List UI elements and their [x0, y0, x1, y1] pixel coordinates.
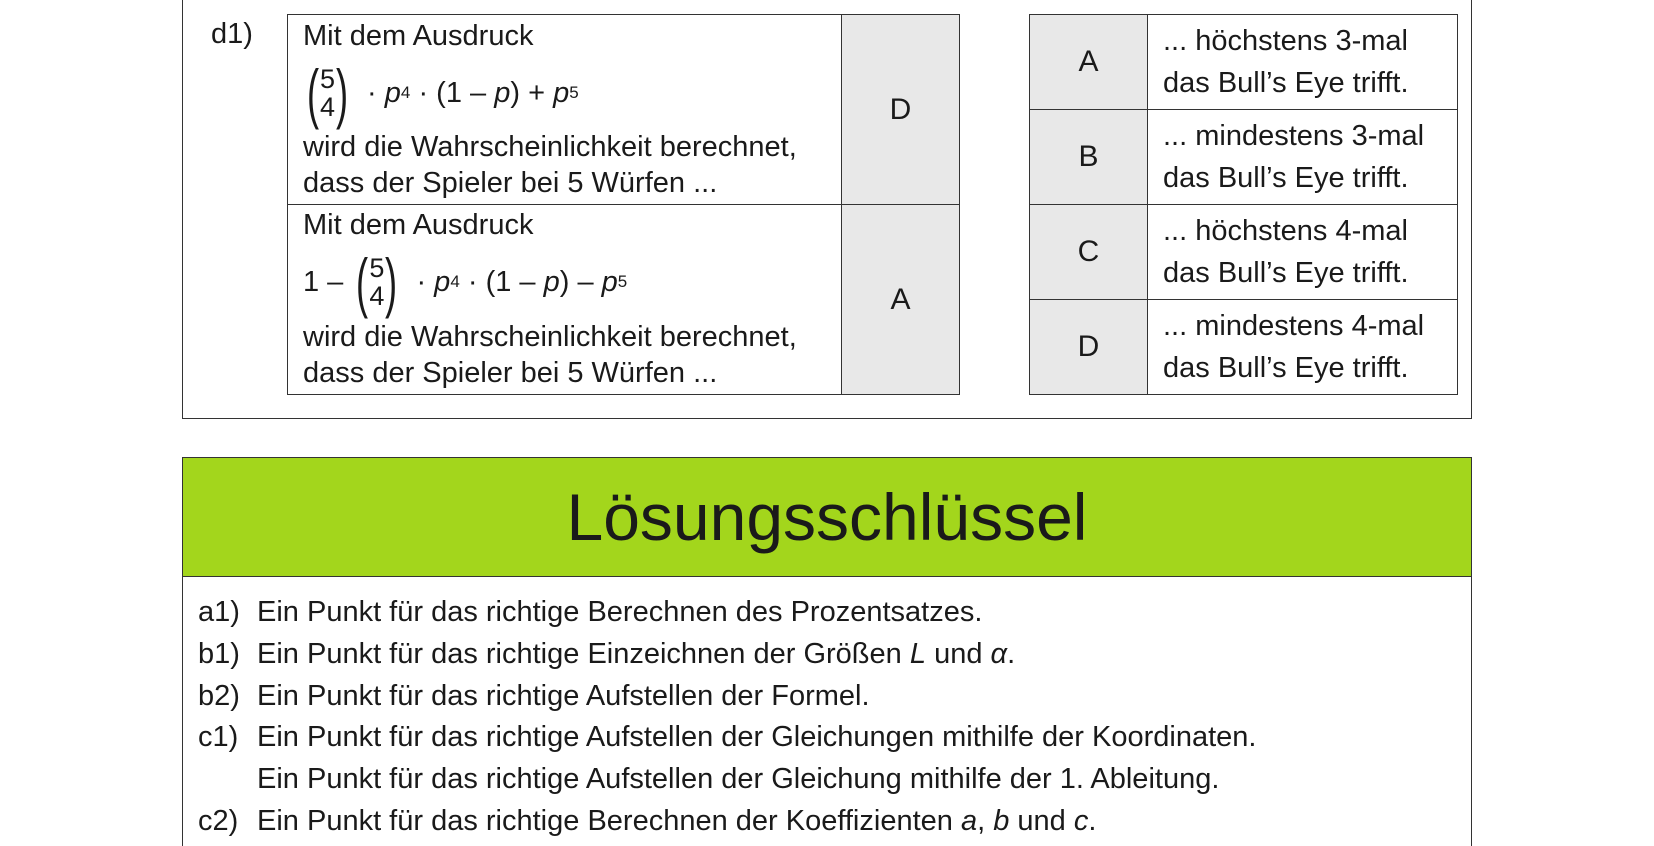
key-var-alpha: α — [990, 638, 1008, 670]
row2-prefix: 1 – — [303, 265, 344, 298]
key-end: . — [1007, 638, 1016, 670]
key-var-a: a — [960, 805, 978, 837]
row1-p3: p — [553, 76, 570, 109]
row1-mid: (1 – — [436, 76, 487, 109]
key-item-c1-second: Ein Punkt für das richtige Aufstellen de… — [198, 761, 1219, 797]
key-item-c2: c2) Ein Punkt für das richtige Berechnen … — [198, 803, 1096, 839]
row2-p2: p — [543, 265, 560, 298]
option-b-letter: B — [1029, 109, 1148, 205]
key-sep: , — [977, 805, 986, 837]
row1-close: ) + — [510, 76, 546, 109]
key-item-text: Ein Punkt für das richtige Aufstellen de… — [257, 721, 1257, 753]
option-a-letter: A — [1029, 14, 1148, 110]
left-row-1-answer: D — [841, 14, 960, 205]
left-row-1-statement: Mit dem Ausdruck ( 5 4 ) · p4 · (1 – p) … — [287, 14, 842, 205]
option-d-letter: D — [1029, 299, 1148, 395]
key-var-c: c — [1073, 805, 1089, 837]
task-label: d1) — [211, 18, 253, 50]
key-item-text: Ein Punkt für das richtige Aufstellen de… — [257, 680, 870, 712]
key-item-b1: b1) Ein Punkt für das richtige Einzeichne… — [198, 636, 1015, 672]
row1-line3: wird die Wahrscheinlichkeit berechnet, — [303, 131, 797, 163]
key-item-text: Ein Punkt für das richtige Aufstellen de… — [257, 763, 1220, 795]
key-end: . — [1088, 805, 1097, 837]
row1-p: p — [384, 76, 401, 109]
key-item-label: b1) — [198, 638, 240, 670]
row1-formula: ( 5 4 ) · p4 · (1 – p) + p5 — [302, 53, 579, 133]
row1-binom-top: 5 — [319, 64, 336, 94]
key-var-b: b — [993, 805, 1010, 837]
option-c-line2: das Bull’s Eye trifft. — [1163, 257, 1409, 289]
option-c-letter: C — [1029, 204, 1148, 300]
row2-mid: (1 – — [485, 265, 536, 298]
row2-p: p — [434, 265, 451, 298]
row1-binom: ( 5 4 ) — [306, 56, 349, 130]
key-item-a1: a1) Ein Punkt für das richtige Berechnen … — [198, 594, 982, 630]
option-d-line2: das Bull’s Eye trifft. — [1163, 352, 1409, 384]
option-d-text: ... mindestens 4-mal das Bull’s Eye trif… — [1147, 299, 1458, 395]
left-row-2-answer: A — [841, 204, 960, 395]
key-item-text: Ein Punkt für das richtige Berechnen der… — [257, 805, 953, 837]
key-item-c1: c1) Ein Punkt für das richtige Aufstellen… — [198, 719, 1256, 755]
option-a-line1: ... höchstens 3-mal — [1163, 25, 1408, 57]
key-item-text: Ein Punkt für das richtige Einzeichnen d… — [257, 638, 902, 670]
row2-binom-bottom: 4 — [369, 281, 385, 311]
row2-line4: dass der Spieler bei 5 Würfen ... — [303, 357, 718, 389]
solution-key-banner: Lösungsschlüssel — [182, 457, 1472, 577]
option-c-line1: ... höchstens 4-mal — [1163, 215, 1408, 247]
key-item-label: c1) — [198, 721, 239, 753]
row2-binom: ( 5 4 ) — [356, 245, 398, 319]
key-item-label: b2) — [198, 680, 240, 712]
row2-binom-top: 5 — [369, 253, 385, 283]
row2-close: ) – — [559, 265, 594, 298]
key-item-label: c2) — [198, 805, 239, 837]
row2-p3: p — [601, 265, 618, 298]
option-b-text: ... mindestens 3-mal das Bull’s Eye trif… — [1147, 109, 1458, 205]
row2-line1: Mit dem Ausdruck — [303, 209, 534, 241]
key-word-und: und — [934, 638, 983, 670]
key-word-und: und — [1017, 805, 1066, 837]
row2-line3: wird die Wahrscheinlichkeit berechnet, — [303, 321, 797, 353]
option-c-text: ... höchstens 4-mal das Bull’s Eye triff… — [1147, 204, 1458, 300]
solution-key-title: Lösungsschlüssel — [566, 480, 1088, 554]
key-var-l: L — [909, 638, 926, 670]
key-item-text: Ein Punkt für das richtige Berechnen des… — [257, 596, 983, 628]
key-item-b2: b2) Ein Punkt für das richtige Aufstellen… — [198, 678, 870, 714]
option-b-line1: ... mindestens 3-mal — [1163, 120, 1425, 152]
left-row-2-statement: Mit dem Ausdruck 1 – ( 5 4 ) · p4 · (1 –… — [287, 204, 842, 395]
row2-formula: 1 – ( 5 4 ) · p4 · (1 – p) – p5 — [303, 245, 628, 319]
key-item-label: a1) — [198, 596, 240, 628]
row1-binom-bottom: 4 — [319, 92, 336, 122]
option-b-line2: das Bull’s Eye trifft. — [1163, 162, 1409, 194]
option-a-line2: das Bull’s Eye trifft. — [1163, 67, 1409, 99]
row1-line4: dass der Spieler bei 5 Würfen ... — [303, 167, 718, 199]
option-a-text: ... höchstens 3-mal das Bull’s Eye triff… — [1147, 14, 1458, 110]
option-d-line1: ... mindestens 4-mal — [1163, 310, 1425, 342]
row1-p2: p — [494, 76, 511, 109]
row1-line1: Mit dem Ausdruck — [303, 20, 534, 52]
